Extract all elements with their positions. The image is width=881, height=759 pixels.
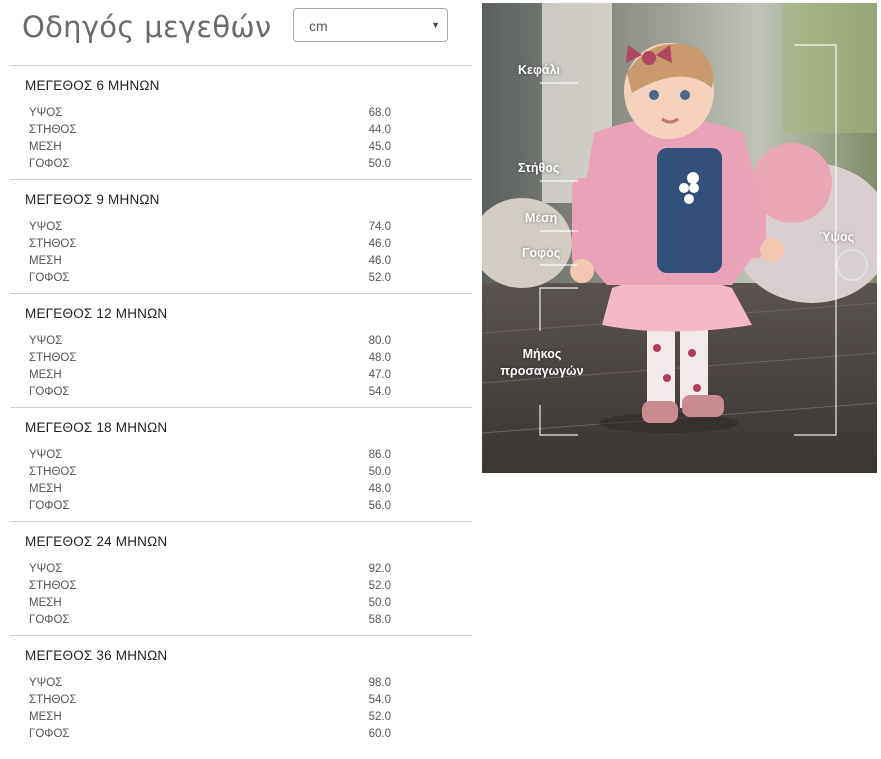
measurement-label: ΥΨΟΣ [29,449,63,461]
measurement-label: ΥΨΟΣ [29,563,63,575]
measurement-value: 45.0 [368,141,391,153]
measurement-row: ΣΤΗΘΟΣ 48.0 [29,352,391,369]
measurement-value: 98.0 [368,677,391,689]
size-section: ΜΕΓΕΘΟΣ 9 ΜΗΝΩΝ ΥΨΟΣ 74.0 ΣΤΗΘΟΣ 46.0 ΜΕΣΗ… [10,179,472,293]
measurement-label: ΜΕΣΗ [29,369,62,381]
size-title: ΜΕΓΕΘΟΣ 24 ΜΗΝΩΝ [25,534,168,549]
size-title: ΜΕΓΕΘΟΣ 18 ΜΗΝΩΝ [25,420,168,435]
measurement-label: ΜΕΣΗ [29,141,62,153]
measurement-row: ΓΟΦΟΣ 56.0 [29,500,391,517]
measurement-row: ΜΕΣΗ 45.0 [29,141,391,158]
size-section: ΜΕΓΕΘΟΣ 24 ΜΗΝΩΝ ΥΨΟΣ 92.0 ΣΤΗΘΟΣ 52.0 ΜΕΣ… [10,521,472,635]
measurement-value: 80.0 [368,335,391,347]
measurement-label: ΣΤΗΘΟΣ [29,694,77,706]
measurement-value: 58.0 [368,614,391,626]
measurement-row: ΓΟΦΟΣ 60.0 [29,728,391,745]
measurement-row: ΣΤΗΘΟΣ 46.0 [29,238,391,255]
measurement-value: 46.0 [368,255,391,267]
measurement-row: ΓΟΦΟΣ 50.0 [29,158,391,175]
measurement-row: ΜΕΣΗ 52.0 [29,711,391,728]
measurement-label: ΜΕΣΗ [29,597,62,609]
inseam-label: Μήκος προσαγωγών [500,347,584,378]
head-label: Κεφάλι [518,63,561,77]
measurement-label: ΜΕΣΗ [29,711,62,723]
measurement-row: ΥΨΟΣ 98.0 [29,677,391,694]
measurement-row: ΥΨΟΣ 80.0 [29,335,391,352]
measurement-value: 92.0 [368,563,391,575]
measurement-row: ΥΨΟΣ 86.0 [29,449,391,466]
size-title: ΜΕΓΕΘΟΣ 36 ΜΗΝΩΝ [25,648,168,663]
measurement-label: ΓΟΦΟΣ [29,272,70,284]
measurement-row: ΓΟΦΟΣ 54.0 [29,386,391,403]
measurement-label: ΥΨΟΣ [29,677,63,689]
measurement-label: ΓΟΦΟΣ [29,728,70,740]
size-guide-panel: Οδηγός μεγεθών cm ▼ ΜΕΓΕΘΟΣ 6 ΜΗΝΩΝ ΥΨΟΣ… [0,0,482,759]
hip-label: Γοφός [522,246,561,260]
measurement-row: ΜΕΣΗ 46.0 [29,255,391,272]
size-title: ΜΕΓΕΘΟΣ 9 ΜΗΝΩΝ [25,192,160,207]
measurement-label: ΥΨΟΣ [29,335,63,347]
measurement-row: ΣΤΗΘΟΣ 50.0 [29,466,391,483]
measurement-label: ΓΟΦΟΣ [29,614,70,626]
measurement-value: 52.0 [368,580,391,592]
unit-select-value: cm [309,18,328,34]
measurement-row: ΜΕΣΗ 47.0 [29,369,391,386]
measurement-row: ΥΨΟΣ 92.0 [29,563,391,580]
measurement-photo: Κεφάλι Στήθος Μέση Γοφός Ύψος Μήκος προσ… [482,3,877,473]
measurement-value: 50.0 [368,158,391,170]
measurement-row: ΜΕΣΗ 48.0 [29,483,391,500]
measurement-value: 52.0 [368,711,391,723]
size-section: ΜΕΓΕΘΟΣ 36 ΜΗΝΩΝ ΥΨΟΣ 98.0 ΣΤΗΘΟΣ 54.0 ΜΕΣ… [10,635,472,749]
measurement-label: ΓΟΦΟΣ [29,158,70,170]
size-section: ΜΕΓΕΘΟΣ 6 ΜΗΝΩΝ ΥΨΟΣ 68.0 ΣΤΗΘΟΣ 44.0 ΜΕΣΗ… [10,65,472,179]
measurement-row: ΓΟΦΟΣ 58.0 [29,614,391,631]
page-title: Οδηγός μεγεθών [22,10,272,44]
measurement-row: ΥΨΟΣ 68.0 [29,107,391,124]
measurement-value: 48.0 [368,352,391,364]
size-section: ΜΕΓΕΘΟΣ 18 ΜΗΝΩΝ ΥΨΟΣ 86.0 ΣΤΗΘΟΣ 50.0 ΜΕΣ… [10,407,472,521]
measurement-value: 74.0 [368,221,391,233]
measurement-value: 54.0 [368,386,391,398]
measurement-label: ΣΤΗΘΟΣ [29,580,77,592]
measurement-row: ΓΟΦΟΣ 52.0 [29,272,391,289]
measurement-value: 47.0 [368,369,391,381]
waist-label: Μέση [525,211,558,225]
measurement-value: 56.0 [368,500,391,512]
measurement-row: ΣΤΗΘΟΣ 52.0 [29,580,391,597]
measurement-value: 44.0 [368,124,391,136]
size-title: ΜΕΓΕΘΟΣ 12 ΜΗΝΩΝ [25,306,168,321]
size-title: ΜΕΓΕΘΟΣ 6 ΜΗΝΩΝ [25,78,160,93]
size-list: ΜΕΓΕΘΟΣ 6 ΜΗΝΩΝ ΥΨΟΣ 68.0 ΣΤΗΘΟΣ 44.0 ΜΕΣΗ… [10,65,472,749]
measurement-row: ΥΨΟΣ 74.0 [29,221,391,238]
measurement-label: ΓΟΦΟΣ [29,386,70,398]
measurement-label: ΜΕΣΗ [29,483,62,495]
measurement-value: 46.0 [368,238,391,250]
measurement-value: 50.0 [368,466,391,478]
measurement-label: ΣΤΗΘΟΣ [29,124,77,136]
chevron-down-icon: ▼ [431,20,440,30]
unit-select[interactable]: cm ▼ [293,8,448,42]
height-label: Ύψος [819,230,855,244]
measurement-label: ΓΟΦΟΣ [29,500,70,512]
size-section: ΜΕΓΕΘΟΣ 12 ΜΗΝΩΝ ΥΨΟΣ 80.0 ΣΤΗΘΟΣ 48.0 ΜΕΣ… [10,293,472,407]
chest-label: Στήθος [518,161,560,175]
measurement-label: ΣΤΗΘΟΣ [29,466,77,478]
measurement-value: 48.0 [368,483,391,495]
measurement-label: ΥΨΟΣ [29,221,63,233]
measurement-label: ΣΤΗΘΟΣ [29,352,77,364]
measurement-value: 50.0 [368,597,391,609]
measurement-row: ΜΕΣΗ 50.0 [29,597,391,614]
measurement-label: ΣΤΗΘΟΣ [29,238,77,250]
measurement-row: ΣΤΗΘΟΣ 44.0 [29,124,391,141]
measurement-label: ΜΕΣΗ [29,255,62,267]
measurement-row: ΣΤΗΘΟΣ 54.0 [29,694,391,711]
measurement-value: 68.0 [368,107,391,119]
measurement-label: ΥΨΟΣ [29,107,63,119]
measurement-value: 86.0 [368,449,391,461]
measurement-value: 60.0 [368,728,391,740]
measurement-value: 54.0 [368,694,391,706]
measurement-value: 52.0 [368,272,391,284]
